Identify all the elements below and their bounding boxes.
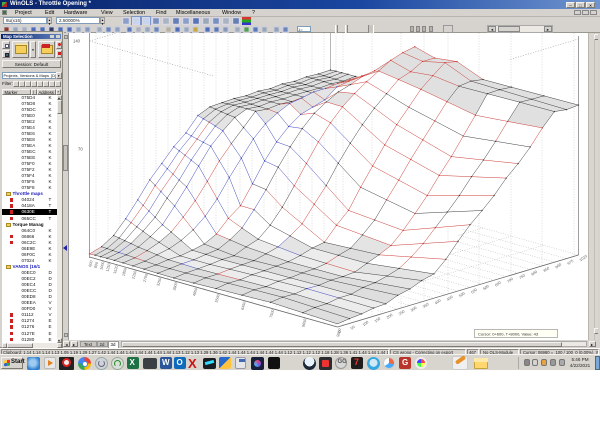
svg-text:50: 50 — [350, 325, 356, 331]
svg-text:100: 100 — [362, 320, 369, 327]
svg-text:2250: 2250 — [132, 270, 138, 279]
svg-text:1850: 1850 — [122, 267, 128, 276]
svg-text:975: 975 — [567, 259, 574, 266]
svg-text:500: 500 — [458, 291, 465, 298]
svg-text:800: 800 — [94, 262, 100, 269]
svg-text:550: 550 — [470, 288, 477, 295]
svg-text:600: 600 — [88, 260, 94, 267]
svg-text:1520: 1520 — [113, 265, 119, 274]
svg-text:900: 900 — [555, 263, 562, 270]
svg-text:850: 850 — [543, 266, 550, 273]
svg-text:650: 650 — [494, 281, 501, 288]
svg-text:700: 700 — [506, 277, 513, 284]
svg-text:2700: 2700 — [143, 273, 149, 282]
svg-text:250: 250 — [398, 309, 405, 316]
svg-text:600: 600 — [482, 284, 489, 291]
svg-text:300: 300 — [410, 306, 417, 313]
svg-text:200: 200 — [386, 313, 393, 320]
svg-text:7500: 7500 — [269, 309, 275, 318]
svg-text:400: 400 — [434, 299, 441, 306]
svg-text:1250: 1250 — [106, 263, 112, 272]
svg-text:450: 450 — [446, 295, 453, 302]
svg-text:750: 750 — [518, 273, 525, 280]
svg-text:800: 800 — [531, 270, 538, 277]
svg-text:150: 150 — [374, 317, 381, 324]
svg-text:140: 140 — [73, 39, 81, 44]
svg-text:70: 70 — [78, 147, 83, 152]
svg-text:1023: 1023 — [579, 254, 588, 262]
svg-text:350: 350 — [422, 302, 429, 309]
svg-text:8650: 8650 — [301, 318, 307, 327]
svg-text:4650: 4650 — [192, 287, 198, 296]
svg-text:5500: 5500 — [215, 294, 221, 303]
svg-text:Cursor: 0+600, T+8000, Value:: Cursor: 0+600, T+8000, Value: 43 — [478, 332, 539, 337]
svg-text:3250: 3250 — [156, 277, 162, 286]
svg-text:6450: 6450 — [241, 301, 247, 310]
svg-text:1000: 1000 — [99, 261, 105, 270]
svg-text:3900: 3900 — [172, 282, 178, 291]
